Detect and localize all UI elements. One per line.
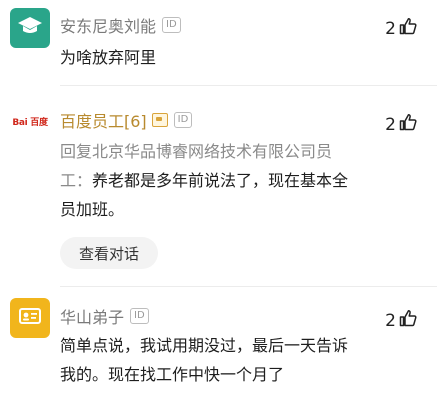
- avatar[interactable]: Bai 百度: [10, 101, 50, 141]
- baidu-logo-icon: Bai 百度: [12, 117, 48, 128]
- comment-text: 回复北京华品博睿网络技术有限公司员工：养老都是多年前说法了，现在基本全员加班。: [60, 137, 360, 224]
- username-row: 华山弟子 ID: [60, 305, 149, 327]
- username-row: 百度员工[6] ID: [60, 108, 193, 132]
- comment-text: 简单点说，我试用期没过，最后一天告诉我的。现在找工作中快一个月了: [60, 336, 349, 384]
- username[interactable]: 华山弟子: [60, 304, 124, 328]
- username[interactable]: 安东尼奥刘能: [60, 13, 156, 37]
- thumbs-up-icon: [399, 17, 417, 40]
- comment-item: 华山弟子 ID 2 简单点说，我试用期没过，最后一天告诉我的。现在找工作中快一个…: [0, 286, 437, 400]
- id-badge: ID: [162, 17, 181, 33]
- reply-body: 养老都是多年前说法了，现在基本全员加班。: [60, 171, 349, 219]
- avatar[interactable]: [10, 298, 50, 338]
- id-badge: ID: [173, 112, 193, 128]
- thumbs-up-icon: [399, 113, 417, 136]
- like-count: 2: [385, 18, 396, 39]
- vip-badge-icon: [151, 113, 168, 127]
- comment-item: Bai 百度 百度员工[6] ID 2 回复北京华品博睿网络技术有限公司员工：养…: [0, 86, 437, 287]
- like-count: 2: [385, 114, 396, 135]
- graduation-cap-icon: [17, 15, 43, 41]
- username-row: 安东尼奥刘能 ID: [60, 14, 181, 36]
- id-badge: ID: [130, 308, 149, 324]
- thumbs-up-icon: [399, 309, 417, 332]
- comment-item: 安东尼奥刘能 ID 2 为啥放弃阿里: [0, 0, 437, 86]
- id-card-icon: [18, 306, 42, 330]
- avatar[interactable]: [10, 8, 50, 48]
- like-button[interactable]: 2: [385, 113, 417, 136]
- comment-text: 为啥放弃阿里: [60, 48, 157, 67]
- like-count: 2: [385, 310, 396, 331]
- username[interactable]: 百度员工[6]: [60, 108, 147, 132]
- like-button[interactable]: 2: [385, 309, 417, 332]
- view-conversation-button[interactable]: 查看对话: [60, 237, 158, 269]
- like-button[interactable]: 2: [385, 17, 417, 40]
